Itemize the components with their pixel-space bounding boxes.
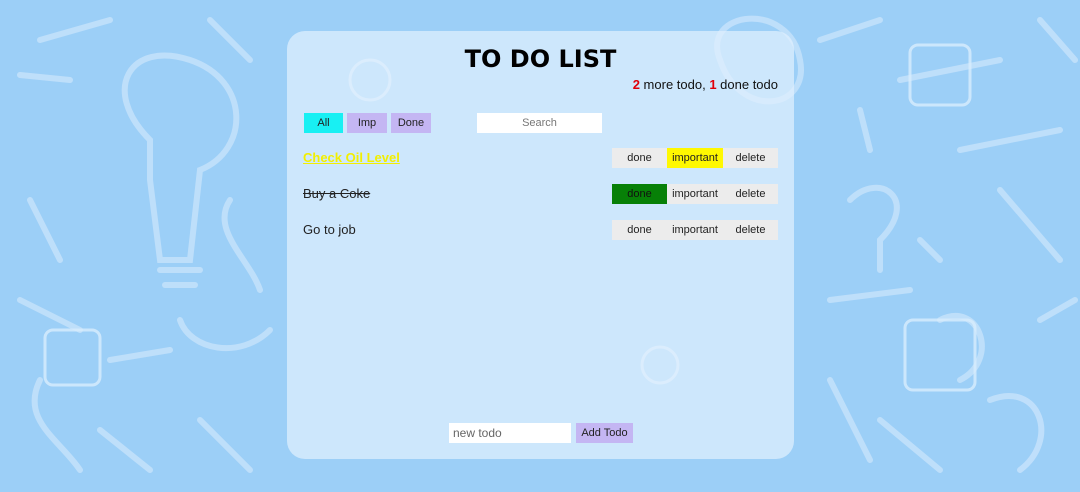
important-button[interactable]: important: [667, 184, 723, 204]
important-button[interactable]: important: [667, 220, 723, 240]
page-title: TO DO LIST: [464, 45, 617, 73]
todo-text: Go to job: [303, 222, 356, 237]
todo-card: TO DO LIST 2 more todo, 1 done todo All …: [287, 31, 794, 459]
todo-row: Go to job done important delete: [303, 220, 778, 240]
todo-actions: done important delete: [612, 220, 778, 240]
done-button[interactable]: done: [612, 220, 667, 240]
filter-bar: All Imp Done: [304, 113, 431, 133]
delete-button[interactable]: delete: [723, 184, 778, 204]
done-todo-text: done todo: [716, 77, 778, 92]
new-todo-input[interactable]: [449, 423, 571, 443]
delete-button[interactable]: delete: [723, 148, 778, 168]
important-button[interactable]: important: [667, 148, 723, 168]
more-todo-count: 2: [632, 77, 640, 92]
todo-actions: done important delete: [612, 148, 778, 168]
delete-button[interactable]: delete: [723, 220, 778, 240]
search-input[interactable]: [477, 113, 602, 133]
filter-done-button[interactable]: Done: [391, 113, 431, 133]
todo-row: Buy a Coke done important delete: [303, 184, 778, 204]
todo-text: Check Oil Level: [303, 150, 400, 165]
filter-important-button[interactable]: Imp: [347, 113, 387, 133]
todo-counter: 2 more todo, 1 done todo: [633, 77, 778, 92]
add-todo-form: Add Todo: [449, 423, 633, 443]
filter-all-button[interactable]: All: [304, 113, 343, 133]
done-button[interactable]: done: [612, 184, 667, 204]
add-todo-button[interactable]: Add Todo: [576, 423, 633, 443]
more-todo-text: more todo,: [639, 77, 710, 92]
todo-text: Buy a Coke: [303, 186, 371, 201]
todo-actions: done important delete: [612, 184, 778, 204]
done-todo-count: 1: [709, 77, 717, 92]
todo-row: Check Oil Level done important delete: [303, 148, 778, 168]
done-button[interactable]: done: [612, 148, 667, 168]
